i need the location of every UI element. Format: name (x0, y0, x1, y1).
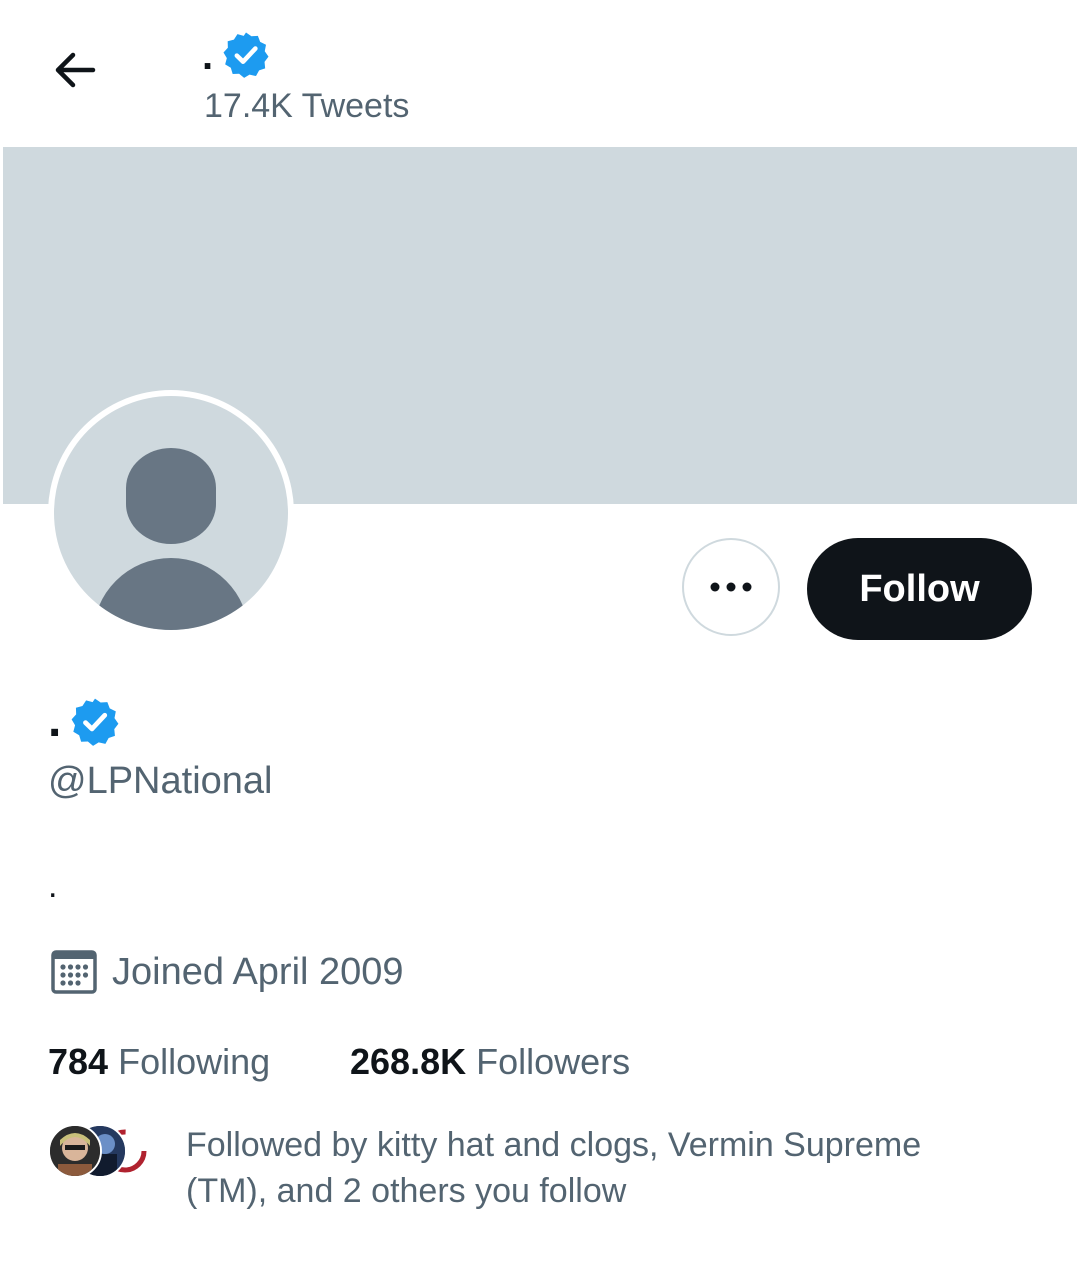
followed-by-row[interactable]: Followed by kitty hat and clogs, Vermin … (48, 1122, 1038, 1214)
followers-count: 268.8K (350, 1041, 467, 1082)
following-link[interactable]: 784 Following (48, 1040, 270, 1084)
follow-button[interactable]: Follow (807, 538, 1032, 640)
display-name: . (48, 694, 62, 747)
verified-badge-icon (223, 32, 269, 78)
header-tweet-count: 17.4K Tweets (204, 87, 410, 125)
joined-date: Joined April 2009 (112, 950, 404, 993)
back-arrow-icon (55, 52, 96, 88)
followed-by-text: Followed by kitty hat and clogs, Vermin … (186, 1126, 922, 1210)
profile-handle: @LPNational (48, 760, 273, 802)
header-name-row: . (202, 30, 271, 80)
joined-date-row: Joined April 2009 (50, 948, 404, 996)
calendar-icon (51, 950, 97, 994)
following-label: Following (118, 1041, 271, 1082)
more-options-icon (710, 582, 752, 592)
mutual-avatars (48, 1124, 158, 1180)
mutual-avatar (48, 1124, 102, 1178)
followers-link[interactable]: 268.8K Followers (350, 1040, 630, 1084)
profile-avatar[interactable] (48, 390, 294, 636)
verified-badge-icon (71, 698, 119, 746)
more-options-button[interactable] (682, 538, 780, 636)
back-button[interactable] (40, 40, 110, 100)
display-name-row: . (48, 694, 121, 748)
profile-bio: . (48, 867, 58, 905)
default-avatar-icon (54, 396, 288, 630)
followers-label: Followers (476, 1041, 631, 1082)
header-name: . (202, 34, 214, 78)
following-count: 784 (48, 1041, 109, 1082)
